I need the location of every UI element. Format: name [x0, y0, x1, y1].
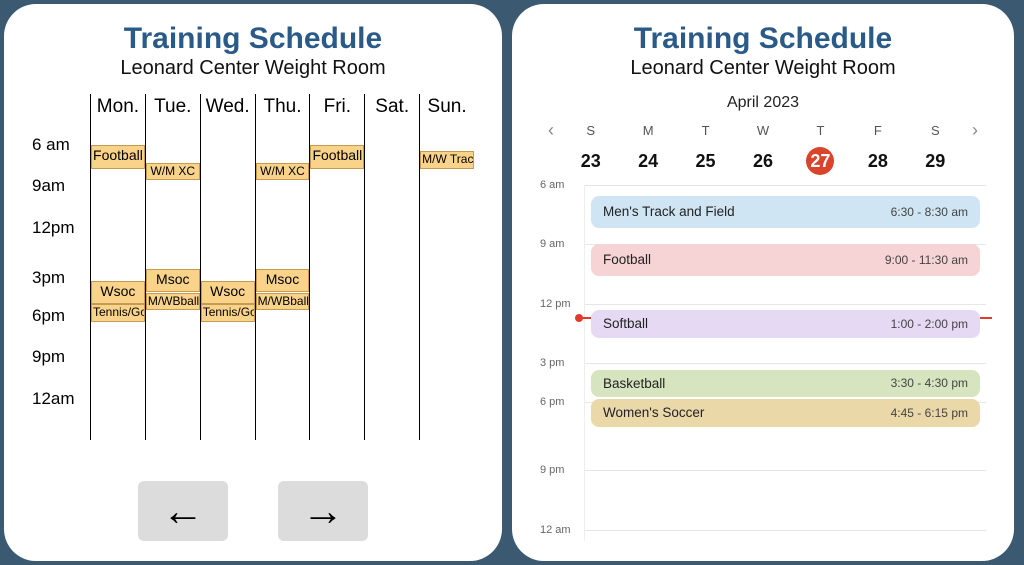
event-block[interactable]: Tennis/Golf	[201, 304, 255, 322]
week-nav: ← →	[32, 481, 474, 541]
day-column-sun: M/W Track	[419, 145, 474, 440]
day-header: Mon.	[90, 94, 145, 145]
day-event-area: Men's Track and Field 6:30 - 8:30 am Footb…	[584, 185, 986, 541]
date-button[interactable]: 26	[734, 151, 791, 172]
day-column-mon: Football WsocTennis/Golf	[90, 145, 145, 440]
dow-label: T	[677, 123, 734, 138]
event-block[interactable]: Softball 1:00 - 2:00 pm	[591, 310, 980, 338]
day-time-axis: 6 am9 am12 pm3 pm6 pm9 pm12 am	[540, 185, 584, 541]
event-block[interactable]: Wsoc	[201, 281, 255, 305]
time-label: 9 am	[540, 238, 564, 250]
dow-label: W	[734, 123, 791, 138]
prev-week-button[interactable]: ←	[138, 481, 228, 541]
event-time: 6:30 - 8:30 am	[891, 205, 968, 219]
day-view: 6 am9 am12 pm3 pm6 pm9 pm12 am Men's Tra…	[540, 185, 986, 541]
event-name: Men's Track and Field	[603, 204, 735, 219]
event-block[interactable]: Football 9:00 - 11:30 am	[591, 244, 980, 276]
day-schedule-card: Training Schedule Leonard Center Weight …	[512, 4, 1014, 561]
time-label: 12 am	[540, 524, 571, 536]
date-button[interactable]: 28	[849, 151, 906, 172]
time-label: 12pm	[32, 218, 75, 238]
day-column-fri: Football	[309, 145, 364, 440]
time-label: 6 pm	[540, 396, 564, 408]
time-label: 3pm	[32, 268, 65, 288]
event-block[interactable]: Msoc	[146, 269, 200, 293]
time-label: 6 am	[540, 179, 564, 191]
day-header: Fri.	[309, 94, 364, 145]
event-block[interactable]: Tennis/Golf	[91, 304, 145, 322]
event-block[interactable]: M/W Track	[420, 151, 474, 169]
event-block[interactable]: Football	[310, 145, 364, 169]
event-name: Football	[603, 252, 651, 267]
date-picker-row: ‹ S M T W T F S › 23 24 25 26 27 28 29	[540, 120, 986, 175]
event-name: Basketball	[603, 376, 665, 391]
week-schedule-card: Training Schedule Leonard Center Weight …	[4, 4, 502, 561]
event-block[interactable]: M/WBball	[146, 293, 200, 311]
event-block[interactable]: W/M XC	[256, 163, 310, 181]
dow-label: F	[849, 123, 906, 138]
time-label: 9 pm	[540, 464, 564, 476]
page-title: Training Schedule	[32, 22, 474, 55]
event-time: 1:00 - 2:00 pm	[891, 317, 968, 331]
chevron-right-icon[interactable]: ›	[964, 120, 986, 141]
day-column-sat	[364, 145, 419, 440]
page-title: Training Schedule	[540, 22, 986, 55]
month-label: April 2023	[540, 94, 986, 112]
dow-label: S	[907, 123, 964, 138]
time-axis: 6 am9am12pm3pm6pm9pm12am	[32, 145, 90, 440]
time-label: 9am	[32, 176, 65, 196]
time-label: 12 pm	[540, 298, 571, 310]
event-name: Women's Soccer	[603, 405, 704, 420]
event-block[interactable]: Wsoc	[91, 281, 145, 305]
date-button[interactable]: 25	[677, 151, 734, 172]
time-label: 6pm	[32, 306, 65, 326]
page-subtitle: Leonard Center Weight Room	[32, 57, 474, 80]
day-header: Tue.	[145, 94, 200, 145]
event-time: 4:45 - 6:15 pm	[891, 406, 968, 420]
event-block[interactable]: Women's Soccer 4:45 - 6:15 pm	[591, 399, 980, 427]
event-time: 9:00 - 11:30 am	[885, 253, 968, 267]
dow-label: S	[562, 123, 619, 138]
date-button[interactable]: 24	[619, 151, 676, 172]
time-label: 6 am	[32, 135, 70, 155]
time-label: 12am	[32, 389, 75, 409]
time-label: 3 pm	[540, 357, 564, 369]
date-button[interactable]: 23	[562, 151, 619, 172]
page-subtitle: Leonard Center Weight Room	[540, 57, 986, 80]
event-block[interactable]: Msoc	[256, 269, 310, 293]
date-button[interactable]: 29	[907, 151, 964, 172]
arrow-left-icon: ←	[162, 487, 204, 535]
event-name: Softball	[603, 316, 648, 331]
time-label: 9pm	[32, 347, 65, 367]
event-block[interactable]: W/M XC	[146, 163, 200, 181]
day-header: Wed.	[200, 94, 255, 145]
event-block[interactable]: Men's Track and Field 6:30 - 8:30 am	[591, 196, 980, 228]
day-header: Sat.	[364, 94, 419, 145]
event-block[interactable]: Football	[91, 145, 145, 169]
chevron-left-icon[interactable]: ‹	[540, 120, 562, 141]
date-button-selected[interactable]: 27	[792, 147, 849, 175]
next-week-button[interactable]: →	[278, 481, 368, 541]
day-header: Sun.	[419, 94, 474, 145]
arrow-right-icon: →	[302, 487, 344, 535]
day-column-wed: WsocTennis/Golf	[200, 145, 255, 440]
day-column-tue: W/M XC MsocM/WBball	[145, 145, 200, 440]
dow-label: T	[792, 123, 849, 138]
week-grid: Mon. Tue. Wed. Thu. Fri. Sat. Sun. 6 am 9…	[32, 94, 474, 463]
event-time: 3:30 - 4:30 pm	[891, 376, 968, 390]
day-column-thu: W/M XC MsocM/WBball	[255, 145, 310, 440]
day-header: Thu.	[255, 94, 310, 145]
dow-label: M	[619, 123, 676, 138]
event-block[interactable]: M/WBball	[256, 293, 310, 311]
event-block[interactable]: Basketball 3:30 - 4:30 pm	[591, 370, 980, 397]
